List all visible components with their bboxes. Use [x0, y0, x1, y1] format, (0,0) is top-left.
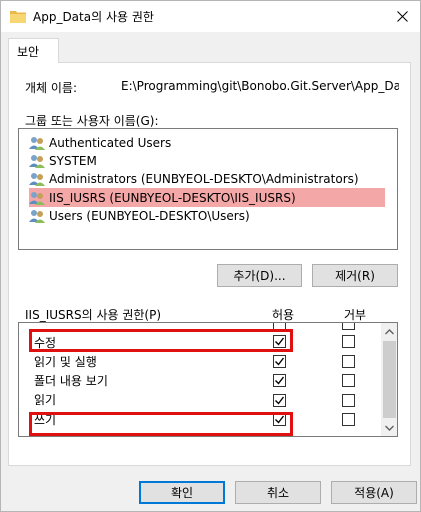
list-item[interactable]: SYSTEM	[29, 151, 385, 170]
list-item-label: IIS_IUSRS (EUNBYEOL-DESKTO\IIS_IUSRS)	[49, 190, 296, 205]
vertical-scrollbar[interactable]	[381, 323, 397, 436]
close-icon	[397, 11, 408, 22]
deny-checkbox[interactable]	[342, 374, 355, 387]
deny-checkbox[interactable]	[342, 394, 355, 407]
users-icon	[29, 209, 45, 223]
scroll-thumb[interactable]	[383, 341, 396, 418]
apply-button[interactable]: 적용(A)	[331, 481, 417, 504]
table-row: 수정	[19, 332, 379, 352]
deny-header: 거부	[344, 308, 367, 322]
ok-button[interactable]: 확인	[139, 481, 225, 504]
users-icon	[29, 172, 45, 186]
tab-security-label: 보안	[17, 45, 40, 59]
remove-button[interactable]: 제거(R)	[312, 264, 398, 287]
users-icon	[29, 136, 45, 150]
deny-checkbox[interactable]	[342, 335, 355, 348]
groups-label: 그룹 또는 사용자 이름(G):	[25, 114, 159, 128]
checkmark-icon	[275, 337, 285, 346]
list-item[interactable]: Authenticated Users	[29, 133, 385, 152]
deny-checkbox[interactable]	[342, 323, 355, 330]
allow-checkbox[interactable]	[273, 355, 286, 368]
permission-name: 폴더 내용 보기	[34, 374, 108, 388]
cancel-button[interactable]: 취소	[235, 481, 321, 504]
permissions-label: IIS_IUSRS의 사용 권한(P)	[25, 308, 162, 322]
checkmark-icon	[275, 396, 285, 405]
allow-checkbox[interactable]	[273, 335, 286, 348]
object-name-label: 개체 이름:	[25, 81, 78, 95]
list-item[interactable]: Administrators (EUNBYEOL-DESKTO\Administ…	[29, 169, 385, 188]
list-item-selected[interactable]: IIS_IUSRS (EUNBYEOL-DESKTO\IIS_IUSRS)	[29, 188, 385, 207]
deny-checkbox[interactable]	[342, 355, 355, 368]
tab-security[interactable]: 보안	[8, 38, 59, 63]
table-row	[19, 323, 379, 332]
users-icon	[29, 154, 45, 168]
table-row: 읽기	[19, 389, 379, 409]
list-item-label: Authenticated Users	[49, 135, 172, 150]
table-row: 쓰기	[19, 409, 379, 429]
close-button[interactable]	[385, 1, 420, 32]
permission-name: 수정	[34, 336, 57, 350]
permissions-list[interactable]: 수정 읽기 및 실행 폴더 내용 보기 읽기 쓰기	[18, 322, 398, 437]
users-icon	[29, 191, 45, 205]
add-button[interactable]: 추가(D)...	[217, 264, 302, 287]
scroll-down-icon[interactable]	[384, 422, 395, 433]
allow-header: 허용	[272, 308, 295, 322]
list-item-label: SYSTEM	[49, 153, 97, 168]
groups-listbox[interactable]: Authenticated Users SYSTEM Administrator…	[18, 128, 398, 250]
permission-name: 쓰기	[34, 413, 57, 427]
table-row: 폴더 내용 보기	[19, 370, 379, 390]
window-title: App_Data의 사용 권한	[33, 10, 154, 24]
list-item[interactable]: Users (EUNBYEOL-DESKTO\Users)	[29, 206, 385, 225]
allow-checkbox[interactable]	[273, 323, 286, 330]
permission-name: 읽기	[34, 393, 57, 407]
folder-icon	[10, 11, 26, 23]
permission-name: 읽기 및 실행	[34, 355, 97, 369]
title-bar: App_Data의 사용 권한	[1, 1, 420, 32]
checkmark-icon	[275, 415, 285, 424]
object-name-value: E:\Programming\git\Bonobo.Git.Server\App…	[121, 79, 399, 93]
list-item-label: Administrators (EUNBYEOL-DESKTO\Administ…	[49, 171, 359, 186]
list-item-label: Users (EUNBYEOL-DESKTO\Users)	[49, 208, 250, 223]
permissions-dialog: App_Data의 사용 권한 보안 개체 이름: E:\Programming…	[0, 0, 421, 512]
allow-checkbox[interactable]	[273, 394, 286, 407]
checkmark-icon	[275, 357, 285, 366]
table-row: 읽기 및 실행	[19, 351, 379, 371]
deny-checkbox[interactable]	[342, 413, 355, 426]
checkmark-icon	[275, 376, 285, 385]
scroll-up-icon[interactable]	[384, 326, 395, 337]
allow-checkbox[interactable]	[273, 374, 286, 387]
allow-checkbox[interactable]	[273, 413, 286, 426]
